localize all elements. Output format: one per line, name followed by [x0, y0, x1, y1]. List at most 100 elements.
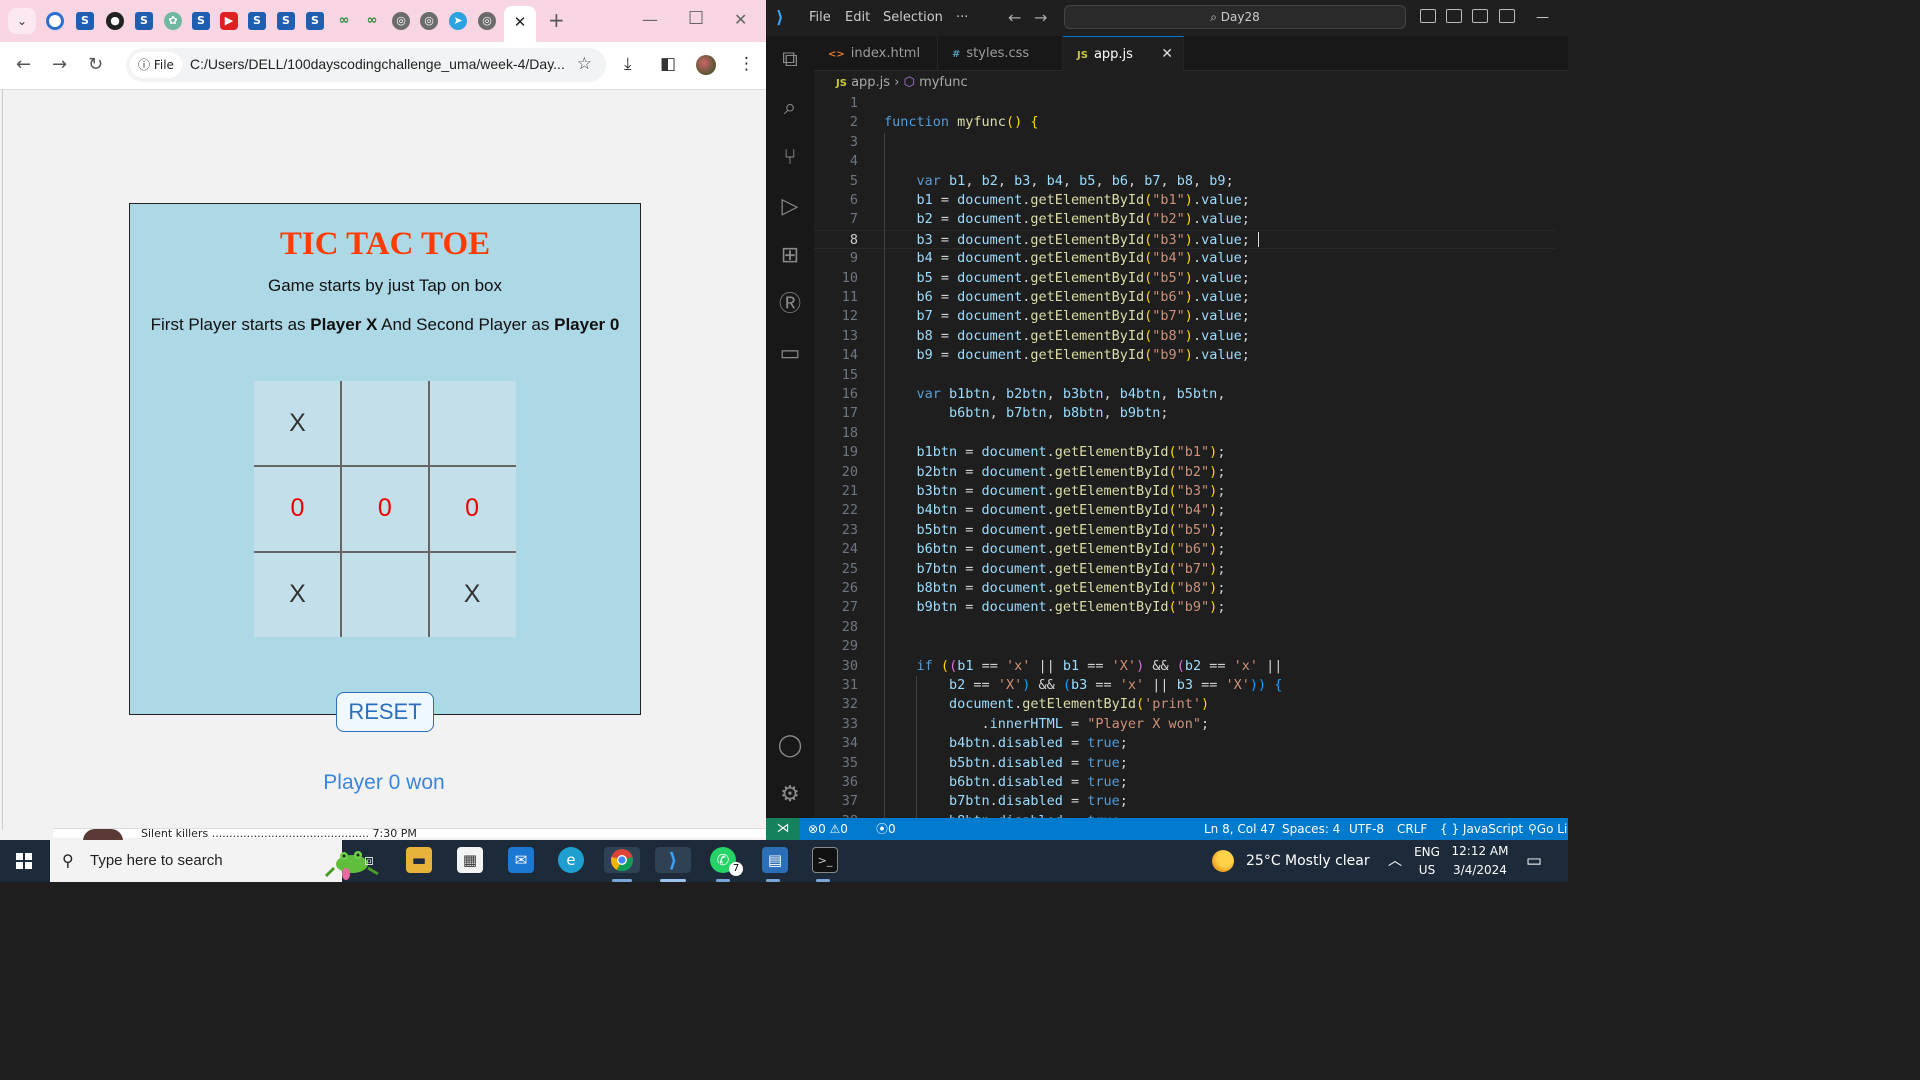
tab-app-js[interactable]: JS app.js ✕ [1063, 36, 1184, 71]
go-live-button[interactable]: ⚲Go Li [1528, 818, 1567, 840]
language-mode[interactable]: { } JavaScript [1440, 818, 1523, 840]
extensions-icon[interactable]: ⊞ [776, 242, 804, 270]
edge-icon[interactable]: e [558, 847, 584, 873]
r-language-icon[interactable]: Ⓡ [776, 291, 804, 319]
end-of-line[interactable]: CRLF [1397, 818, 1427, 840]
code-line[interactable]: 9 b4 = document.getElementById("b4").val… [814, 249, 1568, 268]
toggle-primary-sidebar-icon[interactable] [1420, 9, 1436, 23]
code-line[interactable]: 25 b7btn = document.getElementById("b7")… [814, 560, 1568, 579]
reset-button[interactable]: RESET [336, 692, 434, 732]
windows-start-icon[interactable] [16, 853, 32, 869]
youtube-favicon[interactable]: ▶ [220, 12, 238, 30]
reload-icon[interactable]: ↻ [88, 54, 103, 75]
s-site-favicon-4[interactable]: S [248, 12, 266, 30]
s-site-favicon-1[interactable]: S [76, 12, 94, 30]
settings-gear-icon[interactable]: ⚙ [776, 781, 804, 809]
board-cell-1[interactable]: X [254, 381, 341, 466]
code-line[interactable]: 29 [814, 637, 1568, 656]
code-line[interactable]: 26 b8btn = document.getElementById("b8")… [814, 579, 1568, 598]
new-tab-button[interactable]: + [548, 8, 565, 32]
tab-styles-css[interactable]: # styles.css [938, 36, 1063, 71]
code-line[interactable]: 11 b6 = document.getElementById("b6").va… [814, 288, 1568, 307]
indentation[interactable]: Spaces: 4 [1282, 818, 1340, 840]
toggle-panel-icon[interactable] [1446, 9, 1462, 23]
bookmark-star-icon[interactable]: ☆ [577, 54, 592, 74]
command-center[interactable]: ⌕ Day28 [1064, 5, 1406, 29]
code-line[interactable]: 37 b7btn.disabled = true; [814, 792, 1568, 811]
code-line[interactable]: 31 b2 == 'X') && (b3 == 'x' || b3 == 'X'… [814, 676, 1568, 695]
address-bar[interactable]: ⓘ File C:/Users/DELL/100dayscodingchalle… [126, 48, 606, 82]
code-line[interactable]: 6 b1 = document.getElementById("b1").val… [814, 191, 1568, 210]
code-editor[interactable]: 1 2 function myfunc() {3 4 5 var b1, b2, b3,… [814, 94, 1568, 818]
profile-avatar[interactable] [696, 55, 716, 75]
toggle-secondary-sidebar-icon[interactable] [1472, 9, 1488, 23]
code-line[interactable]: 8 b3 = document.getElementById("b3").val… [814, 229, 1568, 250]
code-line[interactable]: 5 var b1, b2, b3, b4, b5, b6, b7, b8, b9… [814, 172, 1568, 191]
file-explorer-icon[interactable]: ▬ [406, 847, 432, 873]
mail-icon[interactable]: ✉ [508, 847, 534, 873]
cursor-position[interactable]: Ln 8, Col 47 [1204, 818, 1276, 840]
code-line[interactable]: 20 b2btn = document.getElementById("b2")… [814, 463, 1568, 482]
copilot-favicon[interactable] [46, 12, 64, 30]
board-cell-9[interactable]: X [428, 551, 516, 637]
tab-search-button[interactable]: ⌄ [8, 8, 36, 34]
minimize-icon[interactable]: — [642, 10, 658, 29]
code-line[interactable]: 32 document.getElementById('print') [814, 695, 1568, 714]
vscode-taskbar-icon[interactable]: ⟩ [655, 847, 691, 873]
task-view-icon[interactable]: ⧈ [356, 847, 382, 873]
board-cell-3[interactable] [428, 381, 516, 466]
close-tab-icon[interactable]: ✕ [514, 13, 527, 31]
code-line[interactable]: 22 b4btn = document.getElementById("b4")… [814, 501, 1568, 520]
board-cell-4[interactable]: 0 [254, 466, 341, 552]
code-line[interactable]: 30 if ((b1 == 'x' || b1 == 'X') && (b2 =… [814, 657, 1568, 676]
weather-text[interactable]: 25°C Mostly clear [1246, 840, 1370, 882]
board-cell-7[interactable]: X [254, 551, 341, 637]
s-site-favicon-5[interactable]: S [277, 12, 295, 30]
remote-indicator-icon[interactable]: ⋊ [766, 818, 800, 840]
nav-back-icon[interactable]: ← [1008, 8, 1021, 27]
code-line[interactable]: 18 [814, 424, 1568, 443]
code-line[interactable]: 24 b6btn = document.getElementById("b6")… [814, 540, 1568, 559]
clock-time[interactable]: 12:12 AM [1448, 844, 1512, 858]
outlook-icon[interactable]: ▤ [762, 847, 788, 873]
code-line[interactable]: 36 b6btn.disabled = true; [814, 773, 1568, 792]
code-line[interactable]: 15 [814, 366, 1568, 385]
accounts-icon[interactable]: ◯ [776, 732, 804, 760]
gfg-favicon-1[interactable]: ∞ [335, 12, 353, 30]
clock-date[interactable]: 3/4/2024 [1448, 863, 1512, 877]
code-line[interactable]: 7 b2 = document.getElementById("b2").val… [814, 210, 1568, 229]
back-icon[interactable]: ← [16, 54, 31, 75]
code-line[interactable]: 28 [814, 618, 1568, 637]
active-tab[interactable]: ✕ [504, 6, 536, 42]
tab-index-html[interactable]: <> index.html [814, 36, 938, 71]
code-line[interactable]: 16 var b1btn, b2btn, b3btn, b4btn, b5btn… [814, 385, 1568, 404]
language-bottom[interactable]: US [1412, 863, 1442, 877]
board-cell-8[interactable] [341, 551, 429, 637]
code-line[interactable]: 17 b6btn, b7btn, b8btn, b9btn; [814, 404, 1568, 423]
breadcrumb-file[interactable]: app.js [851, 75, 890, 90]
side-panel-icon[interactable]: ◧ [660, 54, 676, 74]
explorer-icon[interactable]: ⧉ [776, 46, 804, 74]
menu-file[interactable]: File [809, 10, 831, 25]
comments-icon[interactable]: ▭ [776, 340, 804, 368]
telegram-favicon[interactable]: ➤ [449, 12, 467, 30]
code-line[interactable]: 4 [814, 152, 1568, 171]
nav-forward-icon[interactable]: → [1034, 8, 1047, 27]
site-info-chip[interactable]: ⓘ File [130, 52, 182, 78]
microsoft-store-icon[interactable]: ▦ [457, 847, 483, 873]
code-line[interactable]: 21 b3btn = document.getElementById("b3")… [814, 482, 1568, 501]
chatgpt-favicon[interactable]: ✿ [164, 12, 182, 30]
menu-selection[interactable]: Selection [883, 10, 943, 25]
show-hidden-icons-chevron-icon[interactable]: ︿ [1388, 840, 1402, 882]
s-site-favicon-6[interactable]: S [306, 12, 324, 30]
download-icon[interactable]: ⤓ [624, 54, 632, 74]
encoding[interactable]: UTF-8 [1349, 818, 1384, 840]
code-line[interactable]: 14 b9 = document.getElementById("b9").va… [814, 346, 1568, 365]
code-line[interactable]: 13 b8 = document.getElementById("b8").va… [814, 327, 1568, 346]
problems-status[interactable]: ⊗0 ⚠0 [808, 818, 848, 840]
terminal-icon[interactable]: >_ [812, 847, 838, 873]
menu-more[interactable]: ··· [956, 10, 968, 25]
code-line[interactable]: 27 b9btn = document.getElementById("b9")… [814, 598, 1568, 617]
code-line[interactable]: 2 function myfunc() { [814, 113, 1568, 132]
close-window-icon[interactable]: ✕ [734, 10, 747, 29]
